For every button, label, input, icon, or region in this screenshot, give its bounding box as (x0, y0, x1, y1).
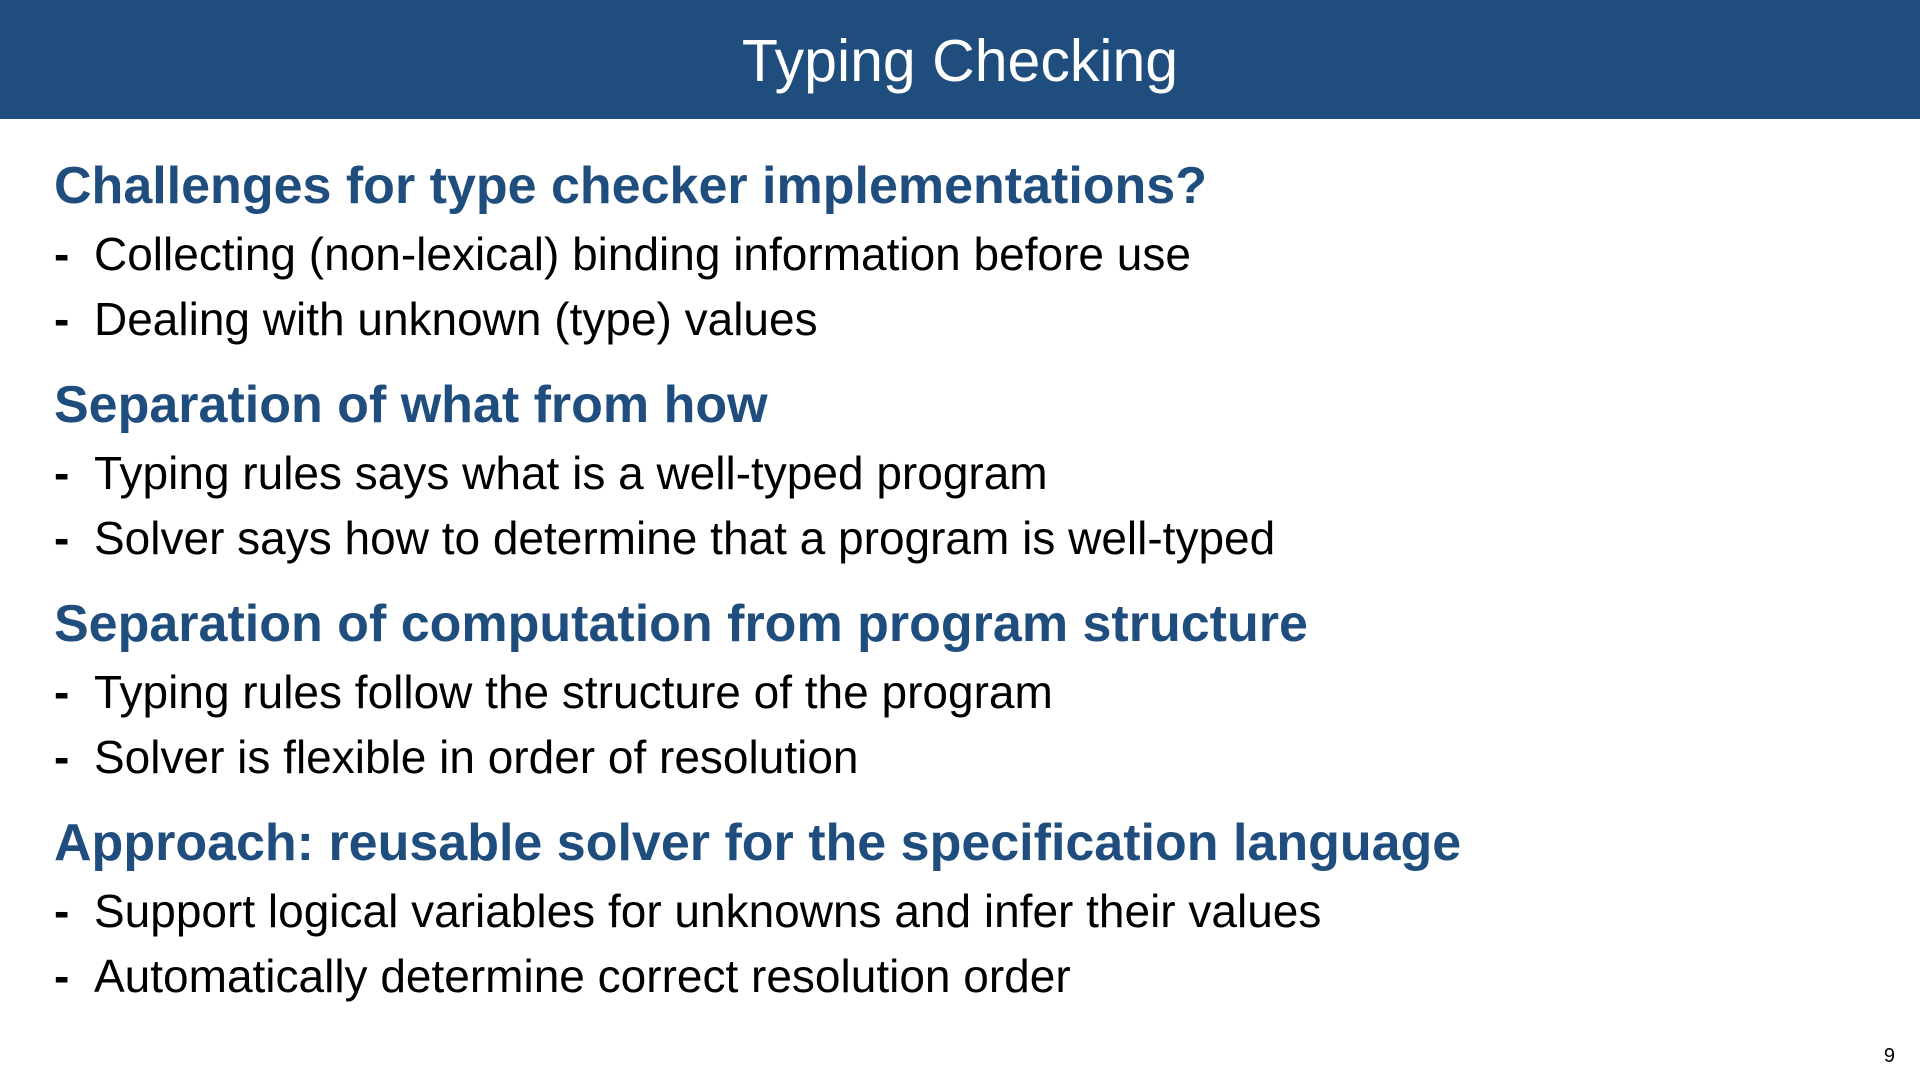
bullet-marker: - (54, 293, 70, 345)
bullet-marker: - (54, 447, 70, 499)
bullet-marker: - (54, 228, 70, 280)
bullet-item: - Collecting (non-lexical) binding infor… (54, 222, 1874, 287)
bullet-text: Collecting (non-lexical) binding informa… (94, 228, 1191, 280)
section-heading: Separation of what from how (54, 376, 768, 434)
section-computation-structure: Separation of computation from program s… (54, 588, 1874, 790)
bullet-item: - Automatically determine correct resolu… (54, 944, 1874, 1009)
bullet-marker: - (54, 885, 70, 937)
section-what-from-how: Separation of what from how - Typing rul… (54, 369, 1874, 571)
bullet-text: Automatically determine correct resoluti… (94, 950, 1071, 1002)
bullet-marker: - (54, 731, 70, 783)
slide-title: Typing Checking (741, 28, 1179, 94)
section-heading: Approach: reusable solver for the specif… (54, 814, 1462, 872)
bullet-item: - Dealing with unknown (type) values (54, 287, 1874, 352)
bullet-marker: - (54, 512, 70, 564)
bullet-text: Solver says how to determine that a prog… (94, 512, 1276, 564)
slide: Typing Checking Challenges for type chec… (0, 0, 1920, 1080)
bullet-text: Typing rules follow the structure of the… (94, 666, 1053, 718)
bullet-marker: - (54, 950, 70, 1002)
bullet-text: Dealing with unknown (type) values (94, 293, 818, 345)
slide-content: Challenges for type checker implementati… (54, 150, 1874, 1026)
bullet-marker: - (54, 666, 70, 718)
bullet-item: - Typing rules follow the structure of t… (54, 660, 1874, 725)
page-number: 9 (1883, 1045, 1895, 1067)
section-approach: Approach: reusable solver for the specif… (54, 807, 1874, 1009)
bullet-text: Support logical variables for unknowns a… (94, 885, 1322, 937)
bullet-item: - Solver says how to determine that a pr… (54, 506, 1874, 571)
section-heading: Separation of computation from program s… (54, 595, 1308, 653)
section-challenges: Challenges for type checker implementati… (54, 150, 1874, 352)
section-heading: Challenges for type checker implementati… (54, 157, 1207, 215)
bullet-item: - Support logical variables for unknowns… (54, 879, 1874, 944)
bullet-text: Solver is flexible in order of resolutio… (94, 731, 859, 783)
bullet-item: - Solver is flexible in order of resolut… (54, 725, 1874, 790)
title-bar: Typing Checking (0, 0, 1920, 119)
bullet-item: - Typing rules says what is a well-typed… (54, 441, 1874, 506)
bullet-text: Typing rules says what is a well-typed p… (94, 447, 1048, 499)
